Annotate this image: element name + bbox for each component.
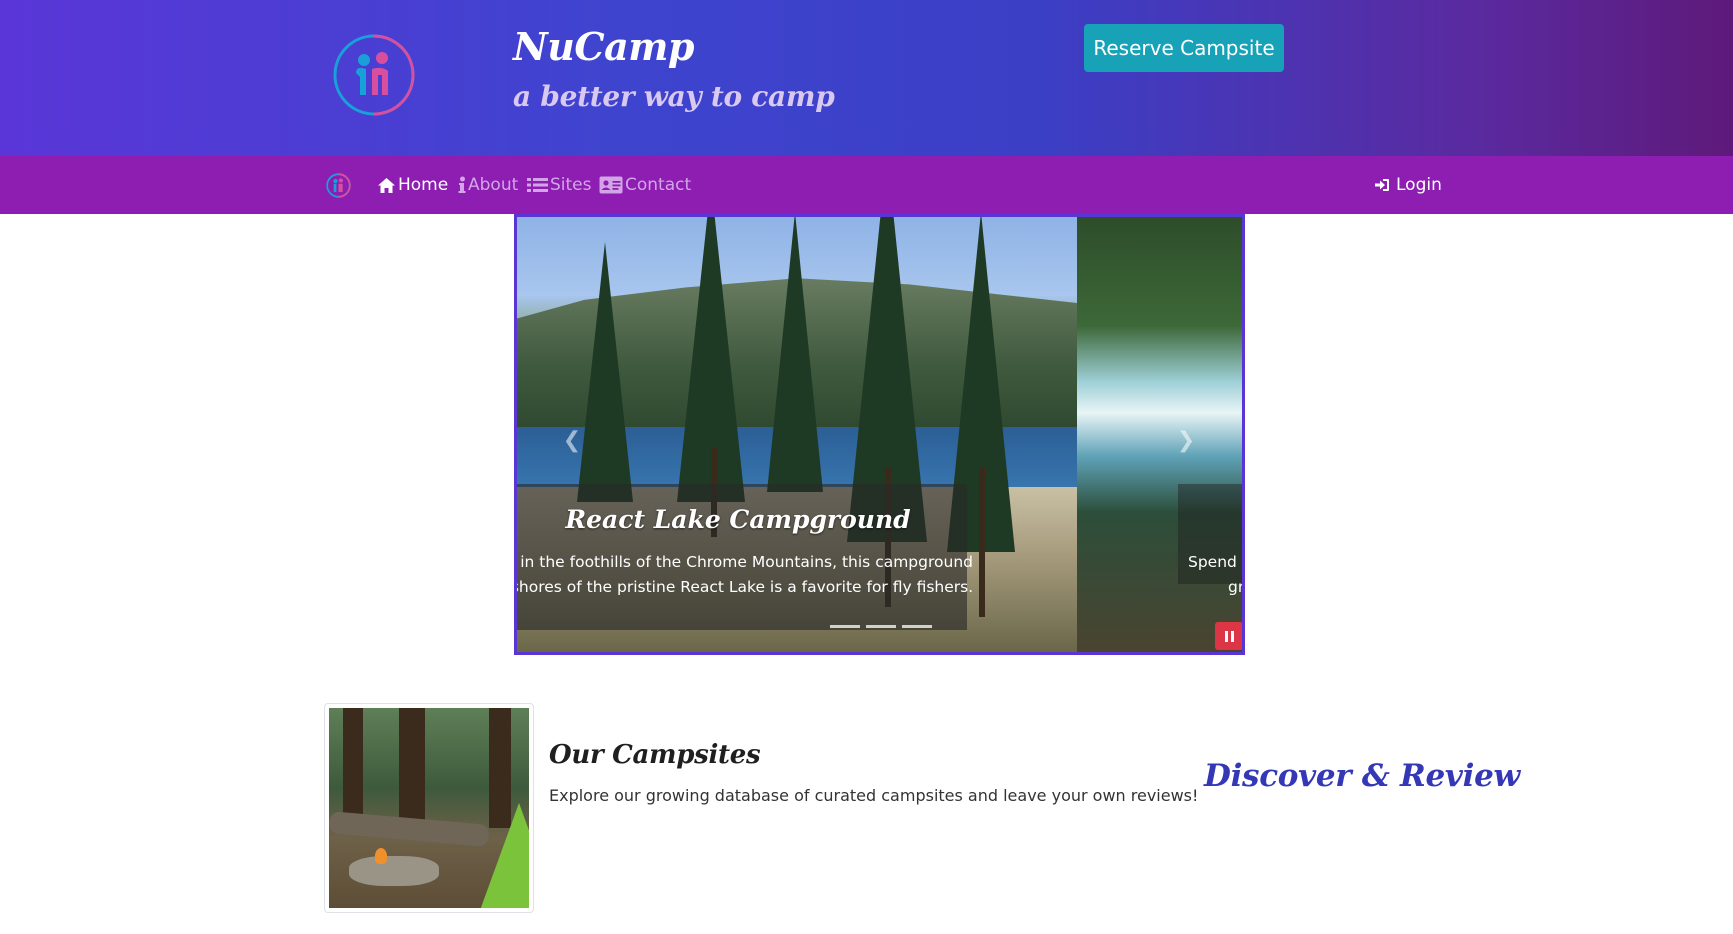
home-icon xyxy=(378,177,395,193)
campsite-thumbnail-image xyxy=(329,708,529,908)
carousel-indicator[interactable] xyxy=(902,625,932,628)
login-label: Login xyxy=(1396,175,1442,195)
nav-item-label: Sites xyxy=(550,175,592,195)
nav-item-label: Contact xyxy=(625,175,692,195)
list-icon xyxy=(527,178,548,192)
carousel-indicator[interactable] xyxy=(866,625,896,628)
brand-title: NuCamp xyxy=(513,24,695,69)
reserve-campsite-button[interactable]: Reserve Campsite xyxy=(1084,24,1284,72)
carousel-indicator[interactable] xyxy=(830,625,860,628)
address-card-icon xyxy=(599,176,623,194)
carousel-caption-text: l in the foothills of the Chrome Mountai… xyxy=(514,553,974,596)
media-text: Explore our growing database of curated … xyxy=(549,786,1199,805)
info-icon xyxy=(458,176,466,193)
nav-item-label: About xyxy=(468,175,519,195)
nucamp-logo-icon[interactable] xyxy=(332,33,416,117)
carousel-next-caption-text: Spend a gr xyxy=(1188,553,1245,596)
chevron-right-icon: ❯ xyxy=(1176,427,1196,453)
site-header: NuCamp a better way to camp Reserve Camp… xyxy=(0,0,1733,156)
nav-item-about[interactable]: About xyxy=(458,173,518,197)
login-button[interactable]: Login xyxy=(1374,173,1442,197)
discover-review-tagline: Discover & Review xyxy=(1204,758,1520,794)
carousel-indicators xyxy=(830,625,932,628)
carousel-prev-button[interactable]: ❮ xyxy=(557,425,587,455)
nav-item-contact[interactable]: Contact xyxy=(599,173,691,197)
campsite-thumbnail xyxy=(324,703,534,913)
media-title: Our Campsites xyxy=(549,740,761,770)
chevron-left-icon: ❮ xyxy=(562,427,582,453)
nav-item-home[interactable]: Home xyxy=(377,173,448,197)
carousel-next-button[interactable]: ❯ xyxy=(1171,425,1201,455)
nav-item-label: Home xyxy=(398,175,449,195)
main-navbar: Home About Sites Contact Login xyxy=(0,156,1733,214)
nav-item-sites[interactable]: Sites xyxy=(527,173,592,197)
brand-subtitle: a better way to camp xyxy=(513,80,835,113)
carousel-pause-button[interactable] xyxy=(1215,622,1242,650)
nucamp-small-logo-icon[interactable] xyxy=(326,173,351,198)
pause-icon xyxy=(1223,630,1235,642)
sign-in-icon xyxy=(1375,179,1389,191)
carousel-caption-title: React Lake Campground xyxy=(565,505,911,534)
campsite-carousel[interactable]: React Lake Campground l in the foothills… xyxy=(514,214,1245,655)
